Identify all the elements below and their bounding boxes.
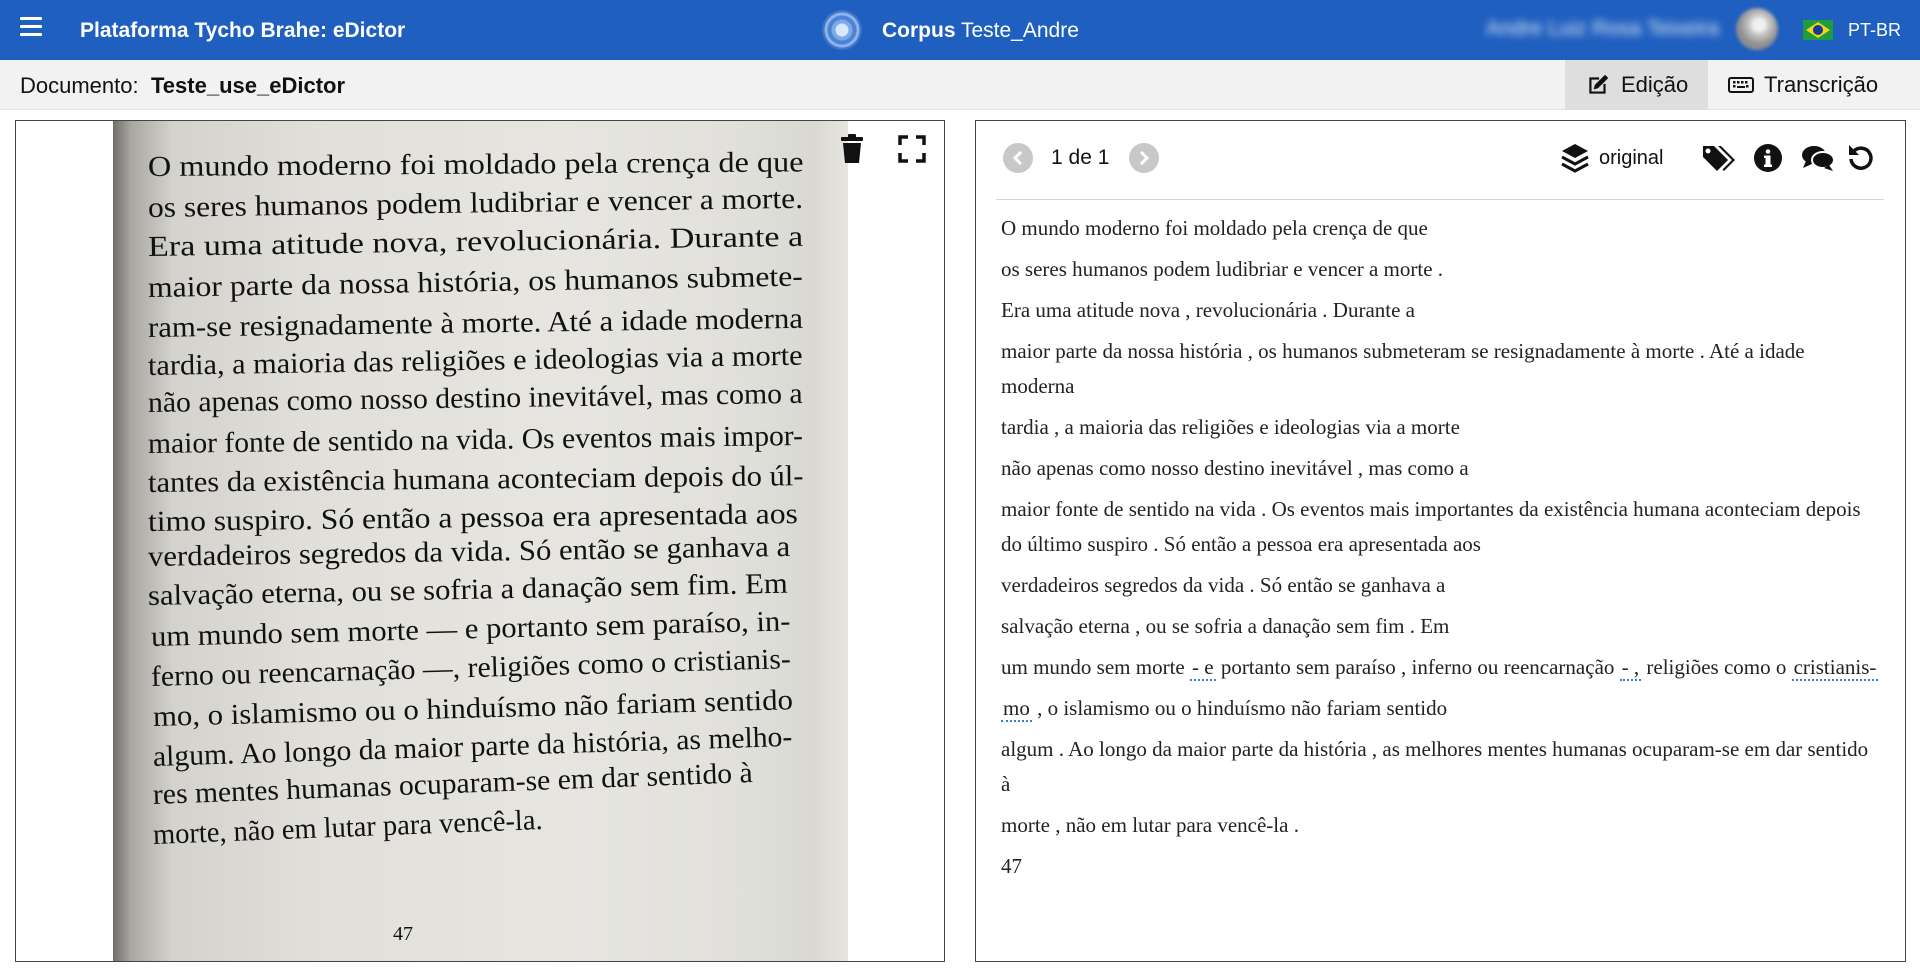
corpus-name: Teste_Andre	[960, 19, 1079, 42]
edited-token[interactable]: mo	[1001, 696, 1032, 722]
scan-text-line: O mundo moderno foi moldado pela crença …	[147, 146, 804, 183]
transcription-line[interactable]: O mundo moderno foi moldado pela crença …	[1001, 211, 1881, 246]
transcription-line[interactable]: mo , o islamismo ou o hinduísmo não fari…	[1001, 691, 1881, 726]
edited-token[interactable]: - e	[1189, 655, 1216, 681]
scan-text-line: salvação eterna, ou se sofria a danação …	[147, 567, 788, 612]
scan-text-line: maior parte da nossa história, os humano…	[147, 260, 804, 304]
token-text[interactable]: portanto sem paraíso , inferno ou reenca…	[1216, 655, 1620, 679]
token-text[interactable]: morte , não em lutar para vencê-la .	[1001, 813, 1299, 837]
chevron-right-icon	[1139, 151, 1150, 165]
trash-icon[interactable]	[834, 131, 870, 167]
token-text[interactable]: 47	[1001, 854, 1022, 878]
scan-text-line: morte, não em lutar para vencê-la.	[152, 804, 544, 851]
corpus-logo-icon	[822, 10, 862, 50]
image-viewer-panel[interactable]: O mundo moderno foi moldado pela crença …	[15, 120, 945, 962]
scan-page-number: 47	[393, 923, 413, 945]
transcription-line[interactable]: um mundo sem morte - e portanto sem para…	[1001, 650, 1881, 685]
undo-icon[interactable]	[1844, 141, 1878, 175]
document-label: Documento:	[20, 73, 139, 98]
token-text[interactable]: os seres humanos podem ludibriar e vence…	[1001, 257, 1443, 281]
transcription-line[interactable]: não apenas como nosso destino inevitável…	[1001, 451, 1881, 486]
toolbar-divider	[996, 199, 1884, 200]
next-page-button[interactable]	[1129, 143, 1159, 173]
token-text[interactable]: não apenas como nosso destino inevitável…	[1001, 456, 1469, 480]
scan-text-line: não apenas como nosso destino inevitável…	[147, 377, 803, 419]
scan-text-line: ram-se resignadamente à morte. Até a ida…	[147, 302, 804, 344]
transcription-panel: 1 de 1 original O mundo moderno foi mold…	[975, 120, 1906, 962]
tab-transcricao[interactable]: Transcrição	[1708, 60, 1920, 110]
token-text[interactable]: um mundo sem morte	[1001, 655, 1190, 679]
edited-token[interactable]: cristianis-	[1791, 655, 1879, 681]
transcription-line[interactable]: maior parte da nossa história , os human…	[1001, 334, 1881, 404]
tags-icon[interactable]	[1701, 141, 1735, 175]
token-text[interactable]: salvação eterna , ou se sofria a danação…	[1001, 614, 1449, 638]
version-label: original	[1599, 146, 1664, 169]
transcription-line[interactable]: maior fonte de sentido na vida . Os even…	[1001, 492, 1881, 562]
fullscreen-icon[interactable]	[894, 131, 930, 167]
language-selector[interactable]: PT-BR	[1848, 20, 1901, 41]
menu-icon[interactable]	[20, 17, 42, 37]
corpus-label: Corpus	[882, 19, 956, 42]
comments-icon[interactable]	[1801, 141, 1835, 175]
token-text[interactable]: maior parte da nossa história , os human…	[1001, 339, 1805, 398]
token-text[interactable]: Era uma atitude nova , revolucionária . …	[1001, 298, 1415, 322]
transcription-text[interactable]: O mundo moderno foi moldado pela crença …	[1001, 211, 1881, 890]
avatar[interactable]	[1736, 8, 1778, 50]
info-icon[interactable]	[1751, 141, 1785, 175]
token-text[interactable]: religiões como o	[1641, 655, 1791, 679]
transcription-line[interactable]: Era uma atitude nova , revolucionária . …	[1001, 293, 1881, 328]
token-text[interactable]: maior fonte de sentido na vida . Os even…	[1001, 497, 1861, 556]
scan-text-line: tantes da existência humana aconteciam d…	[147, 460, 804, 499]
token-text[interactable]: algum . Ao longo da maior parte da histó…	[1001, 737, 1868, 796]
transcription-line[interactable]: algum . Ao longo da maior parte da histó…	[1001, 732, 1881, 802]
prev-page-button[interactable]	[1003, 143, 1033, 173]
transcription-line[interactable]: tardia , a maioria das religiões e ideol…	[1001, 410, 1881, 445]
user-name[interactable]: Andre Luiz Rosa Teixeira	[1486, 17, 1719, 41]
transcription-line[interactable]: verdadeiros segredos da vida . Só então …	[1001, 568, 1881, 603]
edited-token[interactable]: - ,	[1619, 655, 1642, 681]
scan-text-line: maior fonte de sentido na vida. Os event…	[147, 419, 804, 460]
scan-text-line: Era uma atitude nova, revolucionária. Du…	[147, 220, 804, 263]
version-selector[interactable]: original	[1561, 143, 1663, 173]
token-text[interactable]: , o islamismo ou o hinduísmo não fariam …	[1032, 696, 1447, 720]
corpus-title[interactable]: Corpus Teste_Andre	[882, 19, 1079, 43]
transcription-line[interactable]: morte , não em lutar para vencê-la .	[1001, 808, 1881, 843]
token-text[interactable]: O mundo moderno foi moldado pela crença …	[1001, 216, 1428, 240]
document-bar: Documento: Teste_use_eDictor Edição Tran…	[0, 60, 1920, 110]
transcription-line[interactable]: salvação eterna , ou se sofria a danação…	[1001, 609, 1881, 644]
transcription-line[interactable]: os seres humanos podem ludibriar e vence…	[1001, 252, 1881, 287]
layers-icon	[1561, 144, 1589, 173]
transcription-line[interactable]: 47	[1001, 849, 1881, 884]
tab-edicao[interactable]: Edição	[1565, 60, 1708, 110]
document-name: Teste_use_eDictor	[151, 73, 346, 98]
tab-transcricao-label: Transcrição	[1764, 72, 1879, 97]
tab-edicao-label: Edição	[1621, 72, 1689, 97]
app-title[interactable]: Plataforma Tycho Brahe: eDictor	[80, 19, 405, 43]
scan-text-line: tardia, a maioria das religiões e ideolo…	[147, 339, 803, 382]
scan-text-line: os seres humanos podem ludibriar e vence…	[147, 182, 804, 224]
scanned-page-image[interactable]: O mundo moderno foi moldado pela crença …	[113, 121, 848, 961]
chevron-left-icon	[1012, 151, 1023, 165]
token-text[interactable]: tardia , a maioria das religiões e ideol…	[1001, 415, 1460, 439]
token-text[interactable]: verdadeiros segredos da vida . Só então …	[1001, 573, 1445, 597]
page-indicator: 1 de 1	[1051, 146, 1110, 169]
keyboard-icon	[1728, 77, 1754, 93]
brazil-flag-icon[interactable]	[1803, 20, 1833, 40]
edit-icon	[1589, 74, 1609, 94]
top-navbar: Plataforma Tycho Brahe: eDictor Corpus T…	[0, 0, 1920, 60]
